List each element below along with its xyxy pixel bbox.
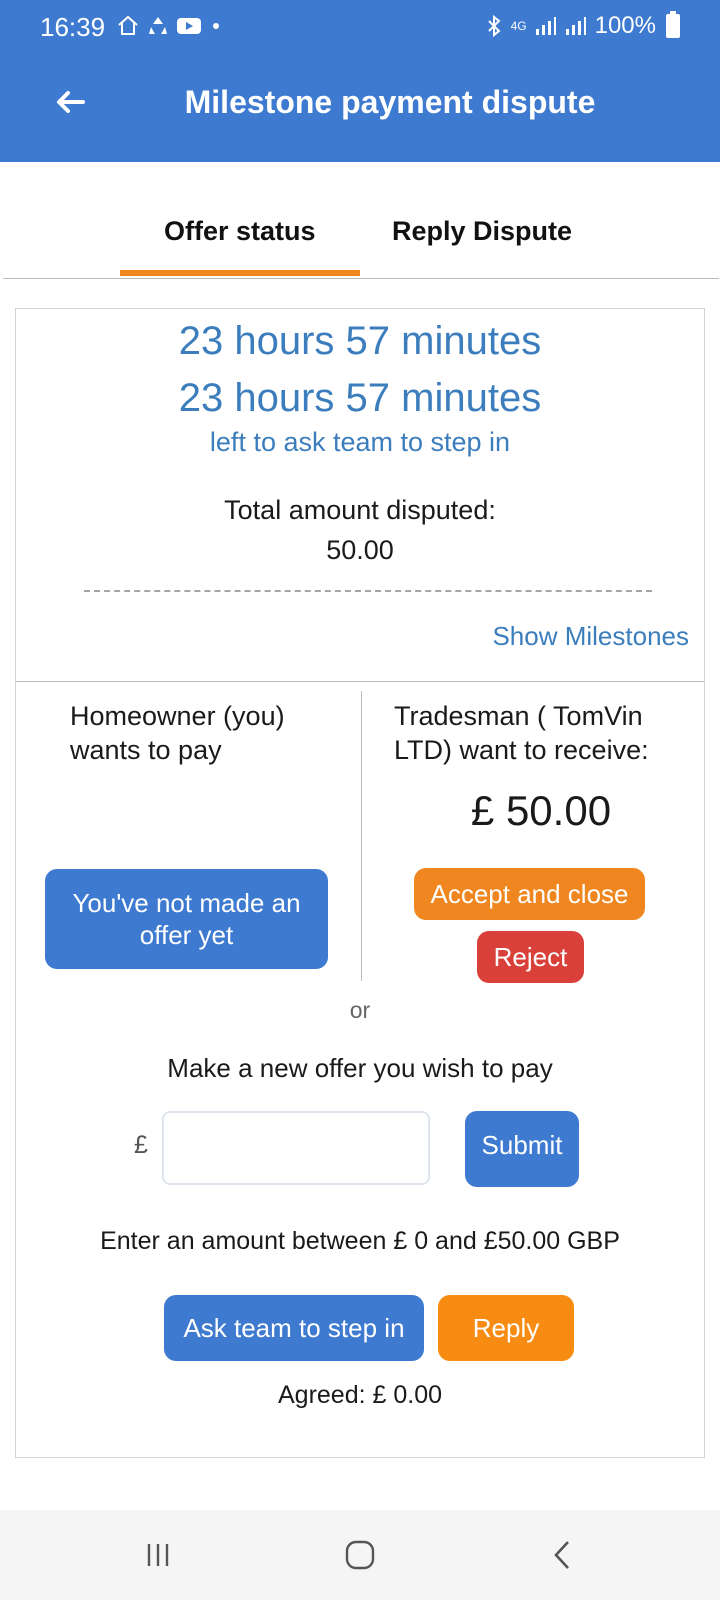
section-divider	[16, 681, 704, 682]
tradesman-amount: £ 50.00	[470, 787, 612, 834]
status-time: 16:39	[40, 12, 106, 42]
total-disputed-value: 50.00	[326, 535, 394, 565]
currency-symbol: £	[134, 1131, 148, 1159]
submit-button[interactable]: Submit	[465, 1111, 579, 1187]
tradesman-line-2: LTD) want to receive:	[394, 735, 649, 765]
network-type: 4G	[510, 19, 527, 33]
signal-icon	[535, 17, 556, 35]
agreed-amount: Agreed: £ 0.00	[277, 1381, 442, 1409]
new-offer-prompt: Make a new offer you wish to pay	[167, 1053, 553, 1083]
status-bar: 16:39 4G 100%	[0, 0, 720, 52]
tradesman-label: Tradesman ( TomVin LTD) want to receive:	[394, 699, 649, 767]
home-icon	[345, 1540, 375, 1570]
tab-divider	[3, 278, 719, 279]
offer-amount-input[interactable]	[162, 1111, 430, 1185]
recycle-icon	[149, 17, 167, 34]
status-right: 4G 100%	[485, 11, 680, 40]
countdown-timer: 23 hours 57 minutes	[178, 319, 542, 363]
chevron-left-icon	[554, 1541, 569, 1569]
or-separator: or	[349, 997, 371, 1023]
homeowner-label: Homeowner (you) wants to pay	[70, 699, 285, 767]
notification-icons	[116, 14, 224, 38]
show-milestones-link[interactable]: Show Milestones	[492, 621, 689, 652]
recent-apps-button[interactable]	[128, 1530, 188, 1580]
reject-button[interactable]: Reject	[477, 931, 584, 983]
battery-percent: 100%	[594, 12, 656, 39]
column-divider	[361, 691, 362, 981]
homeowner-line-2: wants to pay	[70, 735, 222, 765]
accept-and-close-button[interactable]: Accept and close	[414, 868, 645, 920]
total-disputed-label: Total amount disputed:	[224, 495, 496, 525]
offer-status-card: 23 hours 57 minutes 23 hours 57 minutes …	[15, 308, 705, 1458]
amount-range-hint: Enter an amount between £ 0 and £50.00 G…	[100, 1227, 620, 1255]
bluetooth-icon	[487, 14, 501, 38]
system-nav-bar	[0, 1510, 720, 1600]
homeowner-line-1: Homeowner (you)	[70, 701, 285, 731]
tab-bar: Offer status Reply Dispute	[0, 162, 720, 280]
tab-reply-dispute[interactable]: Reply Dispute	[392, 216, 572, 247]
dashed-divider	[84, 590, 652, 592]
page-title: Milestone payment dispute	[184, 84, 596, 120]
youtube-icon	[177, 18, 201, 34]
countdown-subtitle: left to ask team to step in	[209, 427, 511, 457]
countdown-timer-repeat: 23 hours 57 minutes	[178, 376, 542, 420]
no-offer-button[interactable]: You've not made an offer yet	[45, 869, 328, 969]
home-notification-icon	[118, 15, 138, 35]
active-tab-indicator	[120, 270, 360, 276]
system-back-button[interactable]	[532, 1530, 592, 1580]
app-bar: 16:39 4G 100% Milestone payment dispute	[0, 0, 720, 162]
recent-apps-icon	[147, 1544, 169, 1566]
tradesman-line-1: Tradesman ( TomVin	[394, 701, 643, 731]
dot-icon	[213, 23, 219, 29]
tab-offer-status[interactable]: Offer status	[164, 216, 316, 247]
signal-icon-2	[565, 17, 586, 35]
ask-team-button[interactable]: Ask team to step in	[164, 1295, 424, 1361]
home-button[interactable]	[330, 1530, 390, 1580]
reply-button[interactable]: Reply	[438, 1295, 574, 1361]
battery-icon	[666, 11, 680, 38]
